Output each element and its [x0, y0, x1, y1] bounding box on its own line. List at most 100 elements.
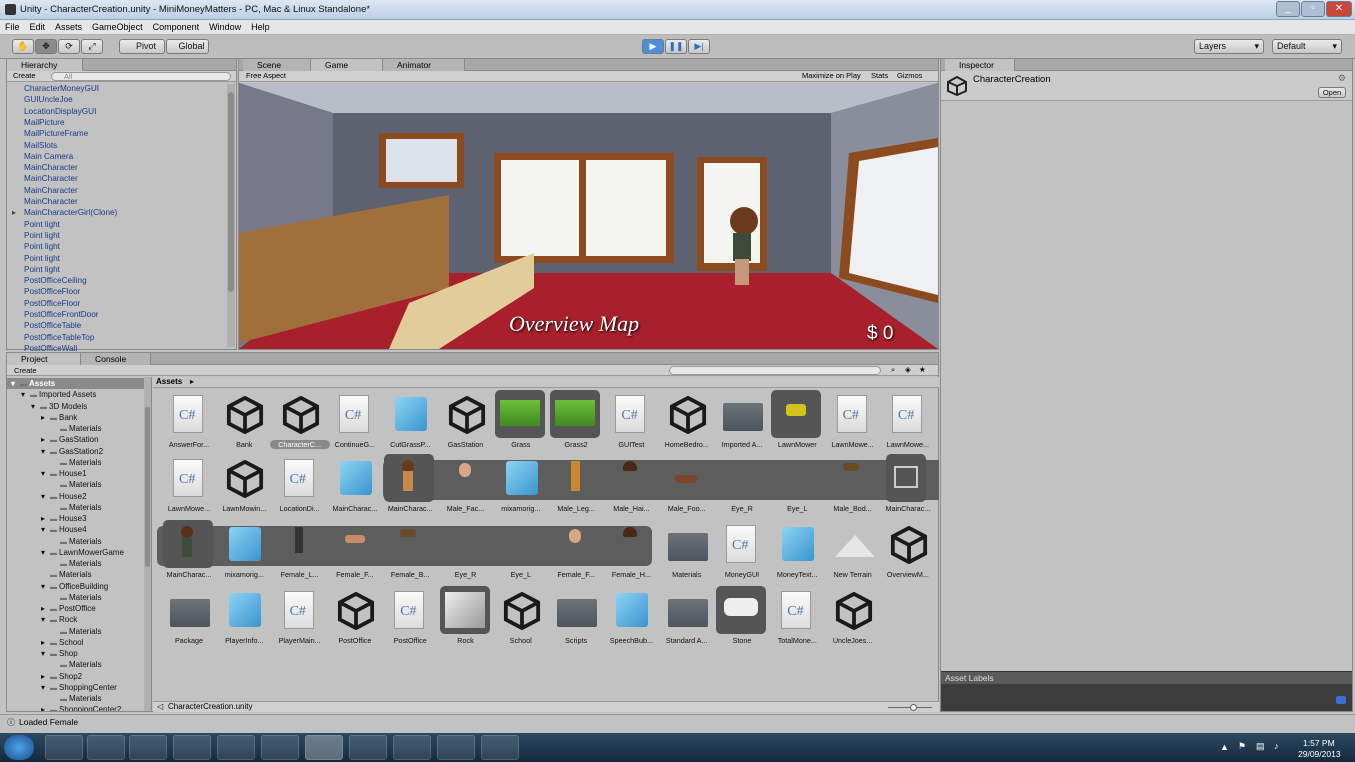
hierarchy-item[interactable]: ▸ MainCharacterGirl(Clone) [12, 207, 117, 218]
folder-tree-item[interactable]: ▸ ▬ ShoppingCenter2 [41, 704, 121, 711]
skype-icon[interactable] [261, 735, 299, 760]
tray-volume-icon[interactable]: ♪ [1274, 741, 1279, 751]
breadcrumb-assets[interactable]: Assets [156, 377, 182, 386]
hierarchy-item[interactable]: PostOfficeFloor [24, 286, 80, 297]
asset-item[interactable]: Eye_L [493, 523, 549, 587]
folder-tree-item[interactable]: ▾ ▬ Imported Assets [21, 389, 96, 401]
asset-item[interactable]: LawnMowe... [880, 393, 936, 457]
asset-item[interactable]: MainCharac... [327, 457, 383, 521]
asset-item[interactable]: SpeechBub... [603, 589, 659, 653]
expand-arrow-icon[interactable]: ▾ [11, 378, 20, 389]
menu-component[interactable]: Component [148, 20, 205, 32]
expand-arrow-icon[interactable]: ▾ [41, 682, 50, 693]
asset-item[interactable]: OverviewM... [880, 523, 936, 587]
menu-file[interactable]: File [0, 20, 25, 32]
project-search-input[interactable] [669, 366, 881, 375]
expand-arrow-icon[interactable]: ▾ [31, 401, 40, 412]
asset-item[interactable]: Female_F... [548, 523, 604, 587]
overview-map-button[interactable]: Overview Map [509, 311, 639, 337]
folder-tree-item[interactable]: ▸ ▬ School [41, 637, 83, 649]
chrome-icon[interactable] [173, 735, 211, 760]
asset-item[interactable]: Female_L... [272, 523, 328, 587]
clock-date[interactable]: 29/09/2013 [1298, 749, 1341, 759]
asset-item[interactable]: ContinueG... [327, 393, 383, 457]
rotate-tool-button[interactable]: ⟳ [58, 39, 80, 54]
asset-item[interactable]: Female_H... [603, 523, 659, 587]
global-toggle[interactable]: Global [166, 39, 209, 54]
file-explorer-icon[interactable] [87, 735, 125, 760]
tab-scene[interactable]: Scene [243, 59, 311, 71]
asset-item[interactable]: MainCharac... [382, 454, 438, 521]
folder-tree-item[interactable]: ▸ ▬ Bank [41, 412, 77, 424]
folder-tree-item[interactable]: ▸ ▬ GasStation [41, 434, 99, 446]
expand-arrow-icon[interactable]: ▾ [41, 581, 50, 592]
tab-game[interactable]: Game [311, 59, 383, 71]
messenger-icon[interactable] [217, 735, 255, 760]
expand-arrow-icon[interactable]: ▸ [41, 671, 50, 682]
hierarchy-item[interactable]: PostOfficeCeiling [24, 275, 87, 286]
folder-tree-item[interactable]: ▬ Materials [51, 592, 101, 604]
asset-item[interactable]: mixamorig... [216, 523, 272, 587]
hierarchy-item[interactable]: LocationDisplayGUI [24, 106, 96, 117]
menu-gameobject[interactable]: GameObject [87, 20, 148, 32]
hierarchy-item[interactable]: MailPictureFrame [24, 128, 88, 139]
menu-window[interactable]: Window [204, 20, 246, 32]
tree-scroll-thumb[interactable] [145, 407, 150, 567]
folder-tree-item[interactable]: ▬ Materials [51, 536, 101, 548]
gimp-icon[interactable] [437, 735, 475, 760]
hierarchy-item[interactable]: Point light [24, 230, 60, 241]
expand-arrow-icon[interactable]: ▾ [41, 614, 50, 625]
layers-dropdown[interactable]: Layers ▾ [1194, 39, 1264, 54]
asset-item[interactable]: Grass [493, 390, 549, 457]
hierarchy-item[interactable]: MainCharacter [24, 162, 78, 173]
pivot-toggle[interactable]: Pivot [119, 39, 165, 54]
asset-item[interactable]: Package [161, 589, 217, 653]
expand-arrow-icon[interactable]: ▸ [41, 412, 50, 423]
hierarchy-item[interactable]: Point light [24, 253, 60, 264]
minimize-button[interactable]: _ [1276, 1, 1300, 17]
internet-explorer-icon[interactable] [45, 735, 83, 760]
layout-dropdown[interactable]: Default ▾ [1272, 39, 1342, 54]
asset-item[interactable]: CutGrassP... [382, 393, 438, 457]
folder-tree-item[interactable]: ▬ Materials [41, 569, 91, 581]
folder-tree-item[interactable]: ▬ Materials [51, 659, 101, 671]
folder-tree-item[interactable]: ▾ ▬ House2 [41, 491, 87, 503]
tray-arrow-icon[interactable]: ▲ [1220, 742, 1229, 752]
folder-tree-item[interactable]: ▾ ▬ Rock [41, 614, 77, 626]
asset-item[interactable]: New Terrain [825, 523, 881, 587]
folder-tree-item[interactable]: ▬ Materials [51, 693, 101, 705]
hierarchy-item[interactable]: Point light [24, 219, 60, 230]
folder-tree-item[interactable]: ▾ ▬ GasStation2 [41, 446, 103, 458]
status-message[interactable]: Loaded Female [19, 717, 78, 727]
asset-item[interactable]: GasStation [438, 393, 494, 457]
folder-tree-item[interactable]: ▾ ▬ House1 [41, 468, 87, 480]
tab-animator[interactable]: Animator [383, 59, 465, 71]
asset-item[interactable]: PostOffice [327, 589, 383, 653]
folder-tree-item[interactable]: ▸ ▬ PostOffice [41, 603, 96, 615]
asset-item[interactable]: Male_Bod... [825, 457, 881, 521]
hierarchy-item[interactable]: MailSlots [24, 140, 57, 151]
asset-item[interactable]: Stone [714, 586, 770, 653]
hierarchy-item[interactable]: Point light [24, 241, 60, 252]
tab-console[interactable]: Console [81, 353, 151, 365]
asset-item[interactable]: UncleJoes... [825, 589, 881, 653]
folder-tree-item[interactable]: ▬ Materials [51, 626, 101, 638]
asset-item[interactable]: School [493, 589, 549, 653]
asset-item[interactable]: PlayerMain... [272, 589, 328, 653]
asset-item[interactable]: MainCharac... [161, 520, 217, 587]
asset-item[interactable]: PostOffice [382, 589, 438, 653]
hierarchy-item[interactable]: MailPicture [24, 117, 65, 128]
gear-icon[interactable]: ⚙ [1338, 73, 1346, 84]
folder-tree-item[interactable]: ▾ ▬ Assets [11, 378, 55, 390]
expand-arrow-icon[interactable]: ▸ [12, 207, 16, 218]
hierarchy-item[interactable]: GUIUncleJoe [24, 94, 73, 105]
hierarchy-item[interactable]: MainCharacter [24, 196, 78, 207]
tray-flag-icon[interactable]: ⚑ [1238, 741, 1246, 752]
asset-item[interactable]: mixamorig... [493, 457, 549, 521]
asset-item[interactable]: MoneyText... [769, 523, 825, 587]
asset-item[interactable]: LawnMowin... [216, 457, 272, 521]
stats-toggle[interactable]: Stats [871, 71, 888, 81]
asset-item[interactable]: PlayerInfo... [216, 589, 272, 653]
folder-tree-item[interactable]: ▾ ▬ 3D Models [31, 401, 87, 413]
open-button[interactable]: Open [1318, 87, 1346, 98]
